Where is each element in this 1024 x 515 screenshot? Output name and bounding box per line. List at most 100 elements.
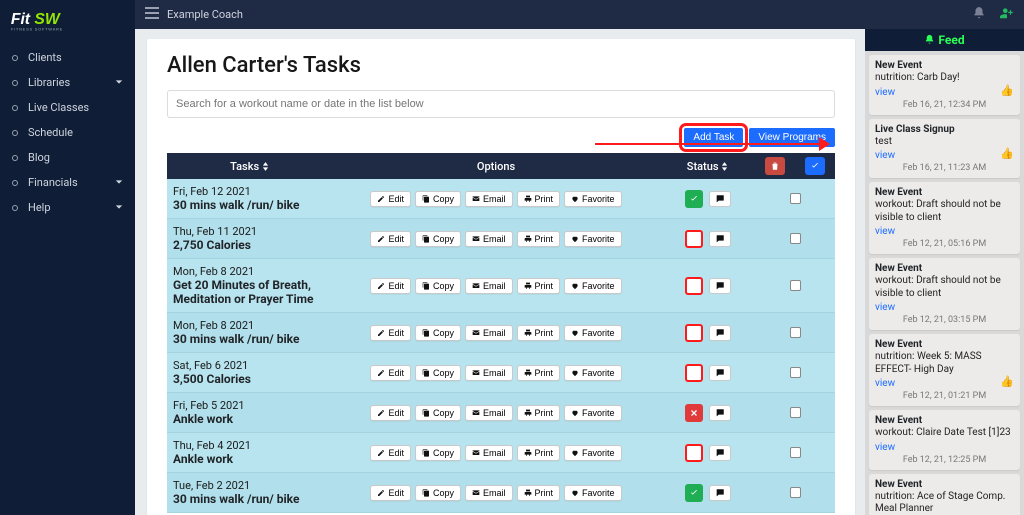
favorite-button[interactable]: Favorite (564, 231, 622, 247)
sidebar-item-help[interactable]: Help (0, 195, 135, 220)
print-button[interactable]: Print (517, 405, 561, 421)
email-button[interactable]: Email (465, 365, 513, 381)
column-header-select[interactable] (795, 153, 835, 179)
sidebar-item-schedule[interactable]: Schedule (0, 120, 135, 145)
row-checkbox[interactable] (790, 367, 801, 378)
row-checkbox[interactable] (790, 193, 801, 204)
email-button[interactable]: Email (465, 485, 513, 501)
chat-icon[interactable] (709, 485, 731, 501)
print-button[interactable]: Print (517, 231, 561, 247)
favorite-button[interactable]: Favorite (564, 365, 622, 381)
row-checkbox[interactable] (790, 327, 801, 338)
chat-icon[interactable] (709, 191, 731, 207)
thumbs-up-icon[interactable]: 👍 (1000, 84, 1014, 97)
edit-button[interactable]: Edit (370, 405, 411, 421)
favorite-button[interactable]: Favorite (564, 191, 622, 207)
chat-icon[interactable] (709, 365, 731, 381)
status-done-icon[interactable] (685, 484, 703, 502)
thumbs-up-icon[interactable]: 👍 (1000, 147, 1014, 160)
notification-bell-icon[interactable] (972, 6, 986, 23)
favorite-button[interactable]: Favorite (564, 325, 622, 341)
task-title[interactable]: 2,750 Calories (173, 238, 326, 252)
copy-button[interactable]: Copy (415, 365, 461, 381)
thumbs-up-icon[interactable]: 👍 (1000, 375, 1014, 388)
sidebar-item-live-classes[interactable]: Live Classes (0, 95, 135, 120)
email-button[interactable]: Email (465, 405, 513, 421)
copy-button[interactable]: Copy (415, 405, 461, 421)
feed-view-link[interactable]: view (875, 302, 1014, 313)
edit-button[interactable]: Edit (370, 278, 411, 294)
edit-button[interactable]: Edit (370, 365, 411, 381)
favorite-button[interactable]: Favorite (564, 485, 622, 501)
row-checkbox[interactable] (790, 447, 801, 458)
print-button[interactable]: Print (517, 365, 561, 381)
status-pending-box[interactable] (685, 364, 703, 382)
favorite-button[interactable]: Favorite (564, 405, 622, 421)
email-button[interactable]: Email (465, 278, 513, 294)
task-title[interactable]: 30 mins walk /run/ bike (173, 198, 326, 212)
column-header-status[interactable]: Status (660, 153, 755, 179)
column-header-delete[interactable] (755, 153, 795, 179)
tasks-search-input[interactable] (167, 90, 835, 118)
status-failed-icon[interactable] (685, 404, 703, 422)
favorite-button[interactable]: Favorite (564, 445, 622, 461)
copy-button[interactable]: Copy (415, 191, 461, 207)
feed-view-link[interactable]: view (875, 226, 1014, 237)
task-title[interactable]: Get 20 Minutes of Breath, Meditation or … (173, 278, 326, 306)
sidebar-item-financials[interactable]: Financials (0, 170, 135, 195)
email-button[interactable]: Email (465, 231, 513, 247)
copy-button[interactable]: Copy (415, 325, 461, 341)
chat-icon[interactable] (709, 445, 731, 461)
row-checkbox[interactable] (790, 233, 801, 244)
copy-button[interactable]: Copy (415, 445, 461, 461)
feed-view-link[interactable]: view (875, 442, 1014, 453)
task-title[interactable]: 30 mins walk /run/ bike (173, 492, 326, 506)
favorite-button[interactable]: Favorite (564, 278, 622, 294)
add-task-button[interactable]: Add Task (684, 128, 743, 147)
edit-button[interactable]: Edit (370, 231, 411, 247)
status-pending-box[interactable] (685, 444, 703, 462)
email-button[interactable]: Email (465, 445, 513, 461)
user-add-icon[interactable] (1000, 6, 1014, 23)
print-button[interactable]: Print (517, 485, 561, 501)
column-header-tasks[interactable]: Tasks (167, 153, 332, 179)
copy-button[interactable]: Copy (415, 231, 461, 247)
task-title[interactable]: Ankle work (173, 452, 326, 466)
chat-icon[interactable] (709, 325, 731, 341)
chat-icon[interactable] (709, 405, 731, 421)
feed-view-link[interactable]: view (875, 87, 1014, 98)
edit-button[interactable]: Edit (370, 325, 411, 341)
chat-icon[interactable] (709, 278, 731, 294)
copy-button[interactable]: Copy (415, 485, 461, 501)
chat-icon[interactable] (709, 231, 731, 247)
status-pending-box[interactable] (685, 277, 703, 295)
row-checkbox[interactable] (790, 407, 801, 418)
sidebar-item-clients[interactable]: Clients (0, 45, 135, 70)
status-done-icon[interactable] (685, 190, 703, 208)
status-pending-box[interactable] (685, 324, 703, 342)
edit-button[interactable]: Edit (370, 191, 411, 207)
row-checkbox[interactable] (790, 487, 801, 498)
print-button[interactable]: Print (517, 445, 561, 461)
sidebar-item-blog[interactable]: Blog (0, 145, 135, 170)
status-pending-box[interactable] (685, 230, 703, 248)
email-button[interactable]: Email (465, 325, 513, 341)
task-title[interactable]: Ankle work (173, 412, 326, 426)
feed-view-link[interactable]: view (875, 378, 1014, 389)
delete-all-icon[interactable] (765, 157, 785, 175)
copy-button[interactable]: Copy (415, 278, 461, 294)
edit-button[interactable]: Edit (370, 445, 411, 461)
select-all-icon[interactable] (805, 157, 825, 175)
task-title[interactable]: 3,500 Calories (173, 372, 326, 386)
email-button[interactable]: Email (465, 191, 513, 207)
print-button[interactable]: Print (517, 191, 561, 207)
feed-view-link[interactable]: view (875, 150, 1014, 161)
view-programs-button[interactable]: View Programs (749, 128, 835, 147)
print-button[interactable]: Print (517, 325, 561, 341)
edit-button[interactable]: Edit (370, 485, 411, 501)
sidebar-item-libraries[interactable]: Libraries (0, 70, 135, 95)
print-button[interactable]: Print (517, 278, 561, 294)
menu-toggle-icon[interactable] (145, 7, 159, 22)
task-title[interactable]: 30 mins walk /run/ bike (173, 332, 326, 346)
row-checkbox[interactable] (790, 280, 801, 291)
